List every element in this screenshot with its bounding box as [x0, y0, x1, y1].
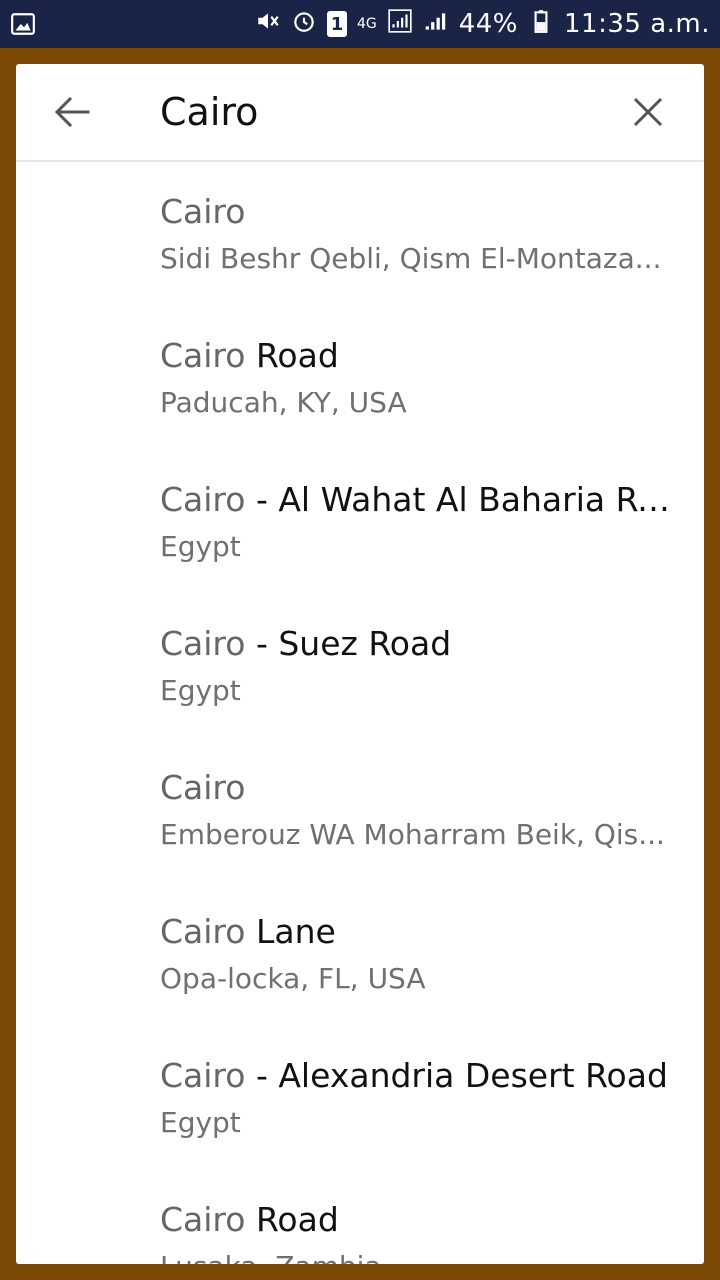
- result-title-rest: - Suez Road: [245, 624, 452, 663]
- result-title: Cairo: [160, 768, 680, 807]
- status-bar: 1 4G 44% 11:35 a.m.: [0, 0, 720, 48]
- result-item[interactable]: Cairo Emberouz WA Moharram Beik, Qis...: [16, 738, 704, 882]
- result-subtitle: Paducah, KY, USA: [160, 386, 407, 419]
- close-icon: [633, 97, 663, 127]
- result-item[interactable]: Cairo Road Lusaka, Zambia: [16, 1170, 704, 1264]
- result-title-match: Cairo: [160, 192, 246, 231]
- arrow-left-icon: [54, 96, 90, 128]
- result-item[interactable]: Cairo Road Paducah, KY, USA: [16, 306, 704, 450]
- result-title: Cairo Road: [160, 1200, 680, 1239]
- battery-icon: [528, 8, 554, 41]
- result-title: Cairo Road: [160, 336, 680, 375]
- search-bar: [16, 64, 704, 162]
- search-input[interactable]: [160, 82, 600, 142]
- result-title-match: Cairo: [160, 1056, 246, 1095]
- result-title: Cairo Lane: [160, 912, 680, 951]
- result-item[interactable]: Cairo - Al Wahat Al Baharia Ro... Egypt: [16, 450, 704, 594]
- result-subtitle: Emberouz WA Moharram Beik, Qis...: [160, 818, 665, 851]
- result-subtitle: Lusaka, Zambia: [160, 1250, 670, 1264]
- result-subtitle: Egypt: [160, 674, 241, 707]
- result-item[interactable]: Cairo Sidi Beshr Qebli, Qism El-Montaza.…: [16, 162, 704, 306]
- search-panel: Cairo Sidi Beshr Qebli, Qism El-Montaza.…: [16, 64, 704, 1264]
- status-icons: 1 4G 44% 11:35 a.m.: [255, 0, 710, 48]
- result-title-rest: Road: [245, 1200, 339, 1239]
- result-title: Cairo - Suez Road: [160, 624, 680, 663]
- sim-icon: 1: [326, 11, 347, 37]
- result-item[interactable]: Cairo Lane Opa-locka, FL, USA: [16, 882, 704, 1026]
- result-title: Cairo - Alexandria Desert Road: [160, 1056, 680, 1095]
- result-subtitle: Opa-locka, FL, USA: [160, 962, 426, 995]
- result-subtitle: Egypt: [160, 1106, 241, 1139]
- mute-icon: [255, 8, 281, 41]
- battery-percent: 44%: [458, 9, 519, 39]
- result-title: Cairo: [160, 192, 680, 231]
- result-item[interactable]: Cairo - Suez Road Egypt: [16, 594, 704, 738]
- signal-icon-2: [423, 8, 449, 41]
- result-title-match: Cairo: [160, 768, 246, 807]
- alarm-icon: [291, 8, 317, 41]
- result-subtitle: Egypt: [160, 530, 241, 563]
- results-list: Cairo Sidi Beshr Qebli, Qism El-Montaza.…: [16, 162, 704, 1264]
- result-title-rest: Road: [245, 336, 339, 375]
- result-title-match: Cairo: [160, 336, 246, 375]
- result-subtitle: Sidi Beshr Qebli, Qism El-Montaza...: [160, 242, 662, 275]
- result-title-rest: - Al Wahat Al Baharia Ro...: [245, 480, 680, 519]
- result-title-match: Cairo: [160, 624, 246, 663]
- clock: 11:35 a.m.: [564, 9, 710, 39]
- result-title-rest: Lane: [245, 912, 336, 951]
- result-item[interactable]: Cairo - Alexandria Desert Road Egypt: [16, 1026, 704, 1170]
- gallery-icon: [10, 11, 36, 41]
- back-button[interactable]: [52, 90, 92, 134]
- result-title-match: Cairo: [160, 480, 246, 519]
- 4g-icon: 4G: [356, 16, 377, 32]
- result-title: Cairo - Al Wahat Al Baharia Ro...: [160, 480, 680, 519]
- clear-button[interactable]: [628, 92, 668, 132]
- result-title-match: Cairo: [160, 1200, 246, 1239]
- result-title-match: Cairo: [160, 912, 246, 951]
- result-title-rest: - Alexandria Desert Road: [245, 1056, 668, 1095]
- signal-icon: [387, 8, 413, 41]
